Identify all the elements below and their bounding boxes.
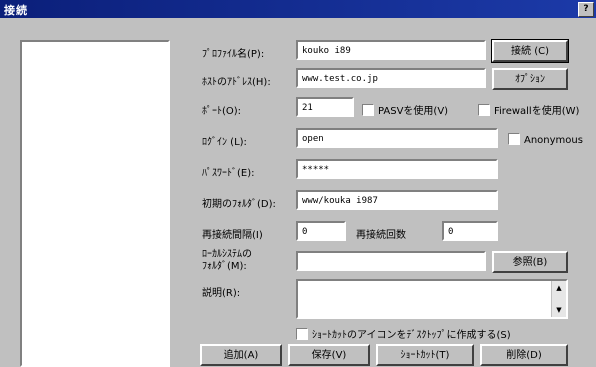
retry-count-label: 再接続回数: [356, 230, 406, 241]
initial-folder-input[interactable]: www/kouka i987: [296, 190, 498, 210]
anonymous-checkbox-label: Anonymous: [524, 135, 583, 146]
scroll-up-icon[interactable]: ▲: [554, 283, 564, 293]
connect-button[interactable]: 接続 (C): [491, 39, 569, 63]
port-label: ﾎﾟｰﾄ(O):: [202, 106, 242, 117]
profile-list[interactable]: [20, 40, 170, 367]
local-folder-label: ﾛｰｶﾙｼｽﾃﾑの ﾌｫﾙﾀﾞ(M):: [202, 249, 252, 272]
pasv-checkbox-box[interactable]: [362, 104, 374, 116]
delete-button[interactable]: 削除(D): [480, 344, 568, 366]
login-label: ﾛｸﾞｲﾝ (L):: [202, 137, 247, 148]
save-button[interactable]: 保存(V): [288, 344, 370, 366]
description-scrollbar[interactable]: ▲ ▼: [551, 281, 566, 317]
local-folder-input[interactable]: [296, 251, 486, 271]
title-bar: 接続 ?: [0, 0, 596, 18]
firewall-checkbox-box[interactable]: [478, 104, 490, 116]
profile-name-input[interactable]: kouko i89: [296, 40, 486, 60]
port-input[interactable]: 21: [296, 97, 354, 117]
host-address-label: ﾎｽﾄのｱﾄﾞﾚｽ(H):: [202, 77, 271, 88]
retry-interval-input[interactable]: 0: [296, 221, 346, 241]
window-title: 接続: [4, 4, 28, 17]
anonymous-checkbox[interactable]: Anonymous: [508, 133, 583, 146]
browse-button[interactable]: 参照(B): [492, 251, 568, 273]
shortcut-checkbox-box[interactable]: [296, 328, 308, 340]
pasv-checkbox[interactable]: PASVを使用(V): [362, 102, 448, 117]
initial-folder-label: 初期のﾌｫﾙﾀﾞ(D):: [202, 199, 276, 210]
pasv-checkbox-label: PASVを使用(V): [378, 106, 449, 117]
firewall-checkbox[interactable]: Firewallを使用(W): [478, 102, 579, 117]
shortcut-checkbox[interactable]: ｼｮｰﾄｶｯﾄのアイコンをﾃﾞｽｸﾄｯﾌﾟに作成する(S): [296, 326, 511, 341]
description-textarea[interactable]: ▲ ▼: [296, 279, 568, 319]
retry-count-input[interactable]: 0: [442, 221, 498, 241]
scroll-down-icon[interactable]: ▼: [554, 305, 564, 315]
options-button[interactable]: ｵﾌﾟｼｮﾝ: [492, 68, 568, 90]
login-input[interactable]: open: [296, 128, 498, 148]
description-label: 説明(R):: [202, 288, 241, 299]
shortcut-button[interactable]: ｼｮｰﾄｶｯﾄ(T): [376, 344, 474, 366]
password-input[interactable]: *****: [296, 159, 498, 179]
host-address-input[interactable]: www.test.co.jp: [296, 68, 486, 88]
password-label: ﾊﾟｽﾜｰﾄﾞ(E):: [202, 168, 255, 179]
retry-interval-label: 再接続間隔(I): [202, 230, 263, 241]
shortcut-checkbox-label: ｼｮｰﾄｶｯﾄのアイコンをﾃﾞｽｸﾄｯﾌﾟに作成する(S): [312, 330, 511, 341]
firewall-checkbox-label: Firewallを使用(W): [494, 106, 580, 117]
profile-name-label: ﾌﾟﾛﾌｧｲﾙ名(P):: [202, 49, 265, 60]
help-icon[interactable]: ?: [578, 2, 594, 17]
anonymous-checkbox-box[interactable]: [508, 133, 520, 145]
add-button[interactable]: 追加(A): [200, 344, 282, 366]
